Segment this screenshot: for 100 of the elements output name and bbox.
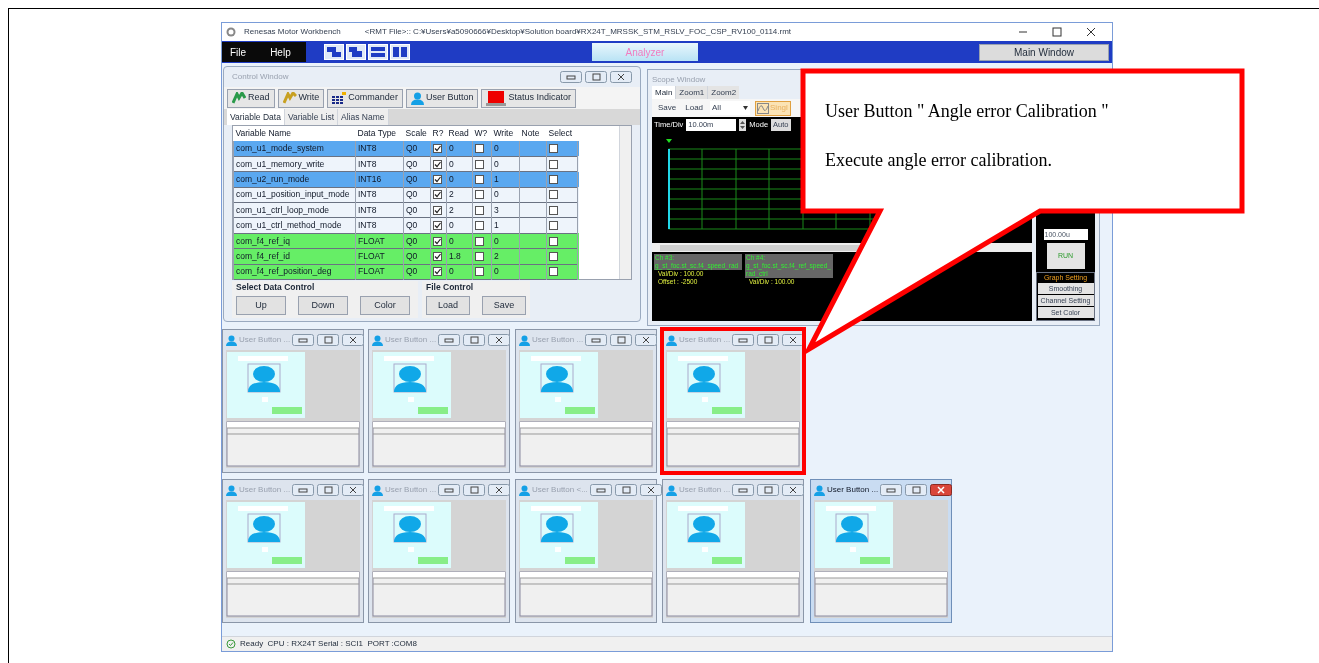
table-cell: 1 — [494, 174, 499, 185]
close-icon[interactable] — [342, 334, 365, 346]
tab[interactable]: Variable List — [284, 109, 339, 125]
toolbar-button[interactable]: User Button — [405, 88, 479, 108]
checkbox[interactable] — [475, 251, 484, 261]
tab[interactable]: Zoom2 — [707, 86, 740, 100]
checkbox[interactable] — [549, 143, 558, 153]
checkbox[interactable] — [433, 159, 442, 169]
column-header: Note — [519, 126, 547, 141]
checkbox[interactable] — [549, 205, 558, 215]
checkbox[interactable] — [549, 221, 558, 231]
caret-icon — [743, 106, 749, 111]
checkbox[interactable] — [433, 143, 442, 153]
person-icon — [666, 334, 677, 346]
checkbox[interactable] — [549, 267, 558, 277]
close-icon[interactable] — [342, 484, 365, 496]
button[interactable]: Up — [236, 295, 286, 315]
toolbar-button[interactable]: Status Indicator — [481, 88, 576, 108]
checkbox[interactable] — [475, 143, 484, 153]
checkbox[interactable] — [475, 205, 484, 215]
callout-text: Execute angle error calibration. — [825, 149, 1053, 172]
checkbox[interactable] — [549, 190, 558, 200]
column-header: Read — [446, 126, 473, 141]
close-icon[interactable] — [635, 334, 658, 346]
table-cell: com_u1_position_input_mode — [236, 189, 350, 200]
spinner-icon[interactable] — [739, 119, 747, 131]
close-icon[interactable] — [930, 484, 953, 496]
table-cell: 1.8 — [449, 251, 461, 262]
toolbar-button[interactable]: Read — [227, 88, 275, 108]
checkbox[interactable] — [475, 267, 484, 277]
person-icon — [372, 334, 383, 346]
table-cell: Q0 — [406, 251, 418, 262]
checkbox[interactable] — [549, 159, 558, 169]
tile-windows-icon[interactable] — [346, 44, 366, 60]
table-cell: Q0 — [406, 158, 418, 169]
checkbox[interactable] — [433, 174, 442, 184]
table-cell: 0 — [494, 189, 499, 200]
checkbox[interactable] — [549, 251, 558, 261]
checkbox[interactable] — [433, 190, 442, 200]
menu-item[interactable]: File — [230, 44, 247, 60]
checkbox[interactable] — [549, 174, 558, 184]
checkbox[interactable] — [549, 236, 558, 246]
table-cell: 0 — [449, 158, 454, 169]
table-cell: INT16 — [358, 174, 382, 185]
close-icon[interactable] — [610, 71, 632, 83]
table-cell: com_f4_ref_position_deg — [236, 266, 332, 277]
close-icon[interactable] — [639, 484, 662, 496]
vertical-tile-icon[interactable] — [390, 44, 410, 60]
close-icon[interactable] — [488, 334, 511, 346]
app-title: Renesas Motor Workbench — [244, 26, 341, 38]
table-cell: Q0 — [406, 174, 418, 185]
load-button[interactable]: Load — [683, 102, 706, 115]
person-icon — [519, 334, 530, 346]
group-title: File Control — [426, 281, 475, 294]
button[interactable]: Load — [426, 295, 470, 315]
checkbox[interactable] — [433, 236, 442, 246]
scrollbar[interactable] — [619, 126, 631, 279]
checkbox[interactable] — [433, 251, 442, 261]
window-title: Scope Window — [651, 74, 707, 86]
main-window-button[interactable]: Main Window — [979, 43, 1109, 61]
checkbox[interactable] — [475, 159, 484, 169]
save-button[interactable]: Save — [656, 102, 679, 115]
close-icon[interactable] — [1086, 27, 1096, 37]
checkbox[interactable] — [475, 190, 484, 200]
wave-icon — [757, 102, 770, 114]
close-icon[interactable] — [488, 484, 511, 496]
toolbar-button[interactable]: Commander — [327, 88, 403, 108]
column-header: R? — [430, 126, 447, 141]
table-cell: INT8 — [358, 143, 377, 154]
table-cell: 0 — [449, 220, 454, 231]
tab[interactable]: Zoom1 — [675, 86, 708, 100]
tab[interactable]: Variable Data — [227, 109, 285, 125]
table-cell: com_u1_memory_write — [236, 158, 325, 169]
button[interactable]: Color — [360, 295, 410, 315]
checkbox[interactable] — [475, 236, 484, 246]
table-row[interactable]: com_u1_mode_system INT8 Q0 0 0 — [233, 141, 578, 157]
table-cell: 0 — [494, 235, 499, 246]
tab[interactable]: Alias Name — [338, 109, 389, 125]
checkbox[interactable] — [475, 221, 484, 231]
checkbox[interactable] — [433, 205, 442, 215]
menu-item[interactable]: Help — [270, 44, 291, 60]
tab[interactable]: Main — [652, 86, 676, 100]
callout-text: User Button " Angle error Calibration " — [825, 100, 1109, 123]
checkbox[interactable] — [475, 174, 484, 184]
person-icon — [226, 484, 237, 496]
button[interactable]: Save — [482, 295, 526, 315]
maximize-icon[interactable] — [1052, 27, 1062, 37]
toolbar-button[interactable]: Write — [277, 88, 325, 108]
checkbox[interactable] — [433, 221, 442, 231]
button[interactable]: Down — [298, 295, 348, 315]
table-cell: 0 — [449, 235, 454, 246]
checkbox[interactable] — [433, 267, 442, 277]
table-cell: INT8 — [358, 220, 377, 231]
load-dropdown[interactable]: All — [710, 101, 751, 116]
close-icon[interactable] — [782, 484, 805, 496]
cascade-windows-icon[interactable] — [324, 44, 344, 60]
close-icon[interactable] — [782, 334, 805, 346]
table-cell: FLOAT — [358, 266, 385, 277]
table-cell: 0 — [494, 143, 499, 154]
horizontal-tile-icon[interactable] — [368, 44, 388, 60]
